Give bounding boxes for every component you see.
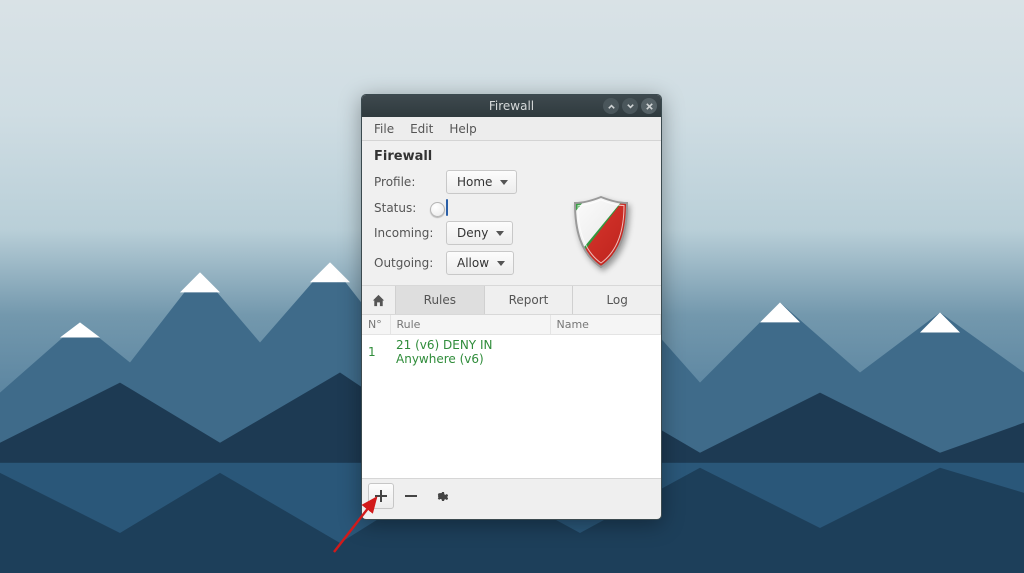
tab-log[interactable]: Log — [573, 286, 661, 314]
tab-home[interactable] — [362, 286, 396, 314]
column-header-no[interactable]: N° — [362, 315, 390, 335]
rules-table[interactable]: N° Rule Name 1 21 (v6) DENY IN Anywhere … — [362, 314, 661, 478]
chevron-down-icon — [500, 180, 508, 185]
incoming-label: Incoming: — [374, 226, 440, 240]
incoming-value: Deny — [457, 226, 488, 240]
profile-dropdown[interactable]: Home — [446, 170, 517, 194]
window-minimize-button[interactable] — [603, 98, 619, 114]
status-toggle[interactable] — [446, 199, 448, 216]
column-header-rule[interactable]: Rule — [390, 315, 550, 335]
shield-icon — [571, 195, 631, 273]
toggle-knob — [430, 202, 445, 217]
settings-button[interactable] — [428, 483, 454, 509]
cell-rule: 21 (v6) DENY IN Anywhere (v6) — [390, 335, 550, 370]
tab-bar: Rules Report Log — [362, 285, 661, 314]
table-row[interactable]: 1 21 (v6) DENY IN Anywhere (v6) — [362, 335, 661, 370]
minus-icon — [404, 489, 418, 503]
menu-edit[interactable]: Edit — [404, 119, 439, 139]
desktop-wallpaper: Firewall File Edit Help Firewall — [0, 0, 1024, 573]
table-header-row: N° Rule Name — [362, 315, 661, 335]
profile-label: Profile: — [374, 175, 440, 189]
firewall-window: Firewall File Edit Help Firewall — [361, 94, 662, 520]
home-icon — [371, 293, 386, 308]
remove-rule-button[interactable] — [398, 483, 424, 509]
window-close-button[interactable] — [641, 98, 657, 114]
profile-value: Home — [457, 175, 492, 189]
outgoing-value: Allow — [457, 256, 489, 270]
window-maximize-button[interactable] — [622, 98, 638, 114]
menu-bar: File Edit Help — [362, 117, 661, 141]
bottom-toolbar — [362, 478, 661, 515]
add-rule-button[interactable] — [368, 483, 394, 509]
menu-file[interactable]: File — [368, 119, 400, 139]
menu-help[interactable]: Help — [443, 119, 482, 139]
page-title: Firewall — [374, 149, 649, 164]
outgoing-label: Outgoing: — [374, 256, 440, 270]
cell-name — [550, 335, 661, 370]
window-titlebar[interactable]: Firewall — [362, 95, 661, 117]
gear-icon — [434, 489, 448, 503]
tab-report[interactable]: Report — [485, 286, 574, 314]
chevron-down-icon — [497, 261, 505, 266]
column-header-name[interactable]: Name — [550, 315, 661, 335]
plus-icon — [374, 489, 388, 503]
outgoing-dropdown[interactable]: Allow — [446, 251, 514, 275]
tab-rules[interactable]: Rules — [396, 286, 485, 314]
incoming-dropdown[interactable]: Deny — [446, 221, 513, 245]
cell-no: 1 — [362, 335, 390, 370]
chevron-down-icon — [496, 231, 504, 236]
